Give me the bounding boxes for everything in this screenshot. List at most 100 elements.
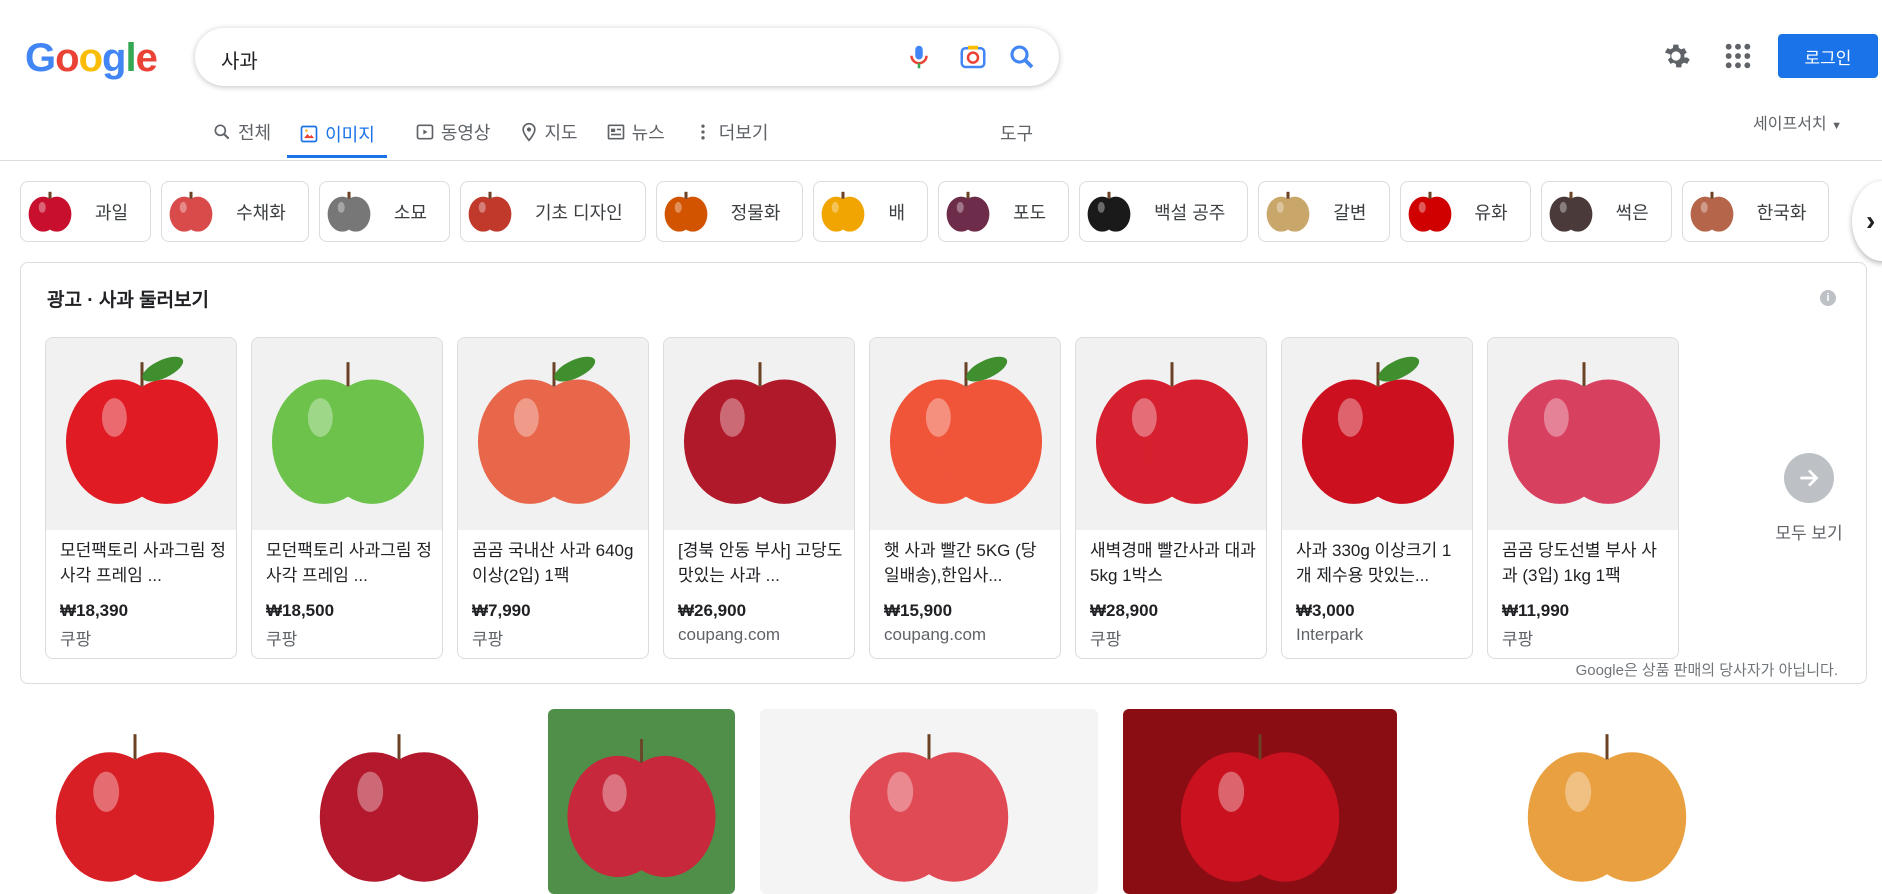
ad-title: 광고 · 사과 둘러보기	[47, 290, 210, 311]
tab-label: 지도	[544, 123, 578, 143]
arrow-right-icon	[1784, 453, 1834, 503]
google-logo[interactable]: Google	[25, 36, 158, 81]
image-result[interactable]	[1123, 709, 1397, 894]
product-price: ₩18,500	[266, 601, 335, 620]
tab-label: 동영상	[440, 123, 491, 143]
product-seller: 쿠팡	[60, 630, 92, 649]
chip-4[interactable]: 정물화	[655, 181, 804, 242]
camera-lens-icon[interactable]	[958, 42, 988, 72]
chip-label: 소묘	[393, 202, 427, 223]
chip-label: 한국화	[1756, 202, 1807, 223]
login-button[interactable]: 로그인	[1778, 34, 1878, 78]
chip-label: 썩은	[1615, 202, 1649, 223]
tab-5[interactable]: 더보기	[693, 112, 768, 152]
chip-thumbnail	[1259, 182, 1317, 241]
product-card[interactable]: 햇 사과 빨간 5KG (당일배송),한입사... ₩15,900 coupang.…	[869, 337, 1061, 659]
search-input[interactable]: 사과	[221, 45, 258, 74]
product-image	[664, 338, 854, 530]
search-box[interactable]: 사과	[195, 28, 1059, 86]
product-card[interactable]: 모던팩토리 사과그림 정사각 프레임 ... ₩18,390 쿠팡	[45, 337, 237, 659]
product-price: ₩15,900	[884, 601, 953, 620]
apps-grid-icon[interactable]	[1722, 40, 1754, 72]
chip-3[interactable]: 기초 디자인	[459, 181, 646, 242]
chip-thumbnail	[1542, 182, 1600, 241]
product-title: 새벽경매 빨간사과 대과 5kg 1박스	[1090, 541, 1256, 585]
tab-4[interactable]: 뉴스	[606, 112, 665, 152]
product-price: ₩7,990	[472, 601, 531, 620]
logo-letter: o	[78, 36, 103, 80]
tools-button[interactable]: 도구	[1000, 120, 1033, 146]
product-seller: 쿠팡	[266, 630, 298, 649]
logo-letter: g	[102, 36, 126, 80]
tab-0[interactable]: 전체	[212, 112, 271, 152]
info-icon[interactable]: i	[1820, 290, 1836, 306]
chip-thumbnail	[162, 182, 220, 241]
map-pin-icon	[519, 122, 539, 142]
product-card[interactable]: 곰곰 국내산 사과 640g이상(2입) 1팩 ₩7,990 쿠팡	[457, 337, 649, 659]
product-price: ₩3,000	[1296, 601, 1355, 620]
chevron-right-icon[interactable]: ›	[1852, 181, 1882, 261]
product-title: 햇 사과 빨간 5KG (당일배송),한입사...	[884, 541, 1037, 585]
chip-10[interactable]: 썩은	[1540, 181, 1672, 242]
chip-6[interactable]: 포도	[938, 181, 1070, 242]
image-result[interactable]	[274, 709, 523, 894]
chip-label: 유화	[1474, 202, 1508, 223]
chip-thumbnail	[1401, 182, 1459, 241]
chip-label: 과일	[95, 202, 129, 223]
chip-label: 갈변	[1333, 202, 1367, 223]
chip-1[interactable]: 수채화	[161, 181, 309, 242]
see-all-button[interactable]: 모두 보기	[1739, 453, 1879, 544]
product-card[interactable]: 모던팩토리 사과그림 정사각 프레임 ... ₩18,500 쿠팡	[251, 337, 443, 659]
ad-cards: 모던팩토리 사과그림 정사각 프레임 ... ₩18,390 쿠팡 모던팩토리 사과그…	[45, 337, 1693, 659]
tab-2[interactable]: 동영상	[415, 112, 491, 152]
product-image	[1282, 338, 1472, 530]
chip-11[interactable]: 한국화	[1681, 181, 1830, 242]
image-result[interactable]	[1422, 709, 1792, 894]
see-all-label: 모두 보기	[1775, 524, 1843, 543]
product-price: ₩28,900	[1090, 601, 1159, 620]
gear-icon[interactable]	[1660, 40, 1692, 72]
shopping-ad-panel: 광고 · 사과 둘러보기 i 모던팩토리 사과그림 정사각 프레임 ... ₩18…	[20, 262, 1867, 684]
search-icon	[212, 122, 232, 142]
header-divider	[0, 160, 1882, 161]
chip-5[interactable]: 배	[813, 181, 928, 242]
product-card[interactable]: 곰곰 당도선별 부사 사과 (3입) 1kg 1팩 ₩11,990 쿠팡	[1487, 337, 1679, 659]
tab-label: 전체	[238, 123, 272, 143]
logo-letter: e	[135, 36, 158, 80]
image-result[interactable]	[20, 709, 249, 894]
tab-1[interactable]: 이미지	[287, 112, 387, 158]
image-result[interactable]	[760, 709, 1098, 894]
logo-letter: G	[25, 36, 56, 80]
image-result[interactable]	[548, 709, 735, 894]
tab-3[interactable]: 지도	[519, 112, 578, 152]
chip-label: 수채화	[236, 202, 286, 223]
chip-thumbnail	[1080, 182, 1138, 241]
chip-7[interactable]: 백설 공주	[1079, 181, 1249, 242]
video-icon	[415, 122, 435, 142]
chip-0[interactable]: 과일	[20, 181, 152, 242]
product-price: ₩18,390	[60, 601, 129, 620]
logo-letter: o	[55, 36, 79, 80]
product-card[interactable]: 새벽경매 빨간사과 대과 5kg 1박스 ₩28,900 쿠팡	[1075, 337, 1267, 659]
chip-thumbnail	[21, 182, 79, 241]
chip-thumbnail	[1683, 182, 1741, 241]
image-results	[20, 709, 1817, 894]
search-icon[interactable]	[1007, 42, 1037, 72]
product-seller: coupang.com	[884, 625, 987, 644]
product-title: 모던팩토리 사과그림 정사각 프레임 ...	[266, 541, 432, 585]
product-image	[458, 338, 648, 530]
product-card[interactable]: [경북 안동 부사] 고당도 맛있는 사과 ... ₩26,900 coupang.…	[663, 337, 855, 659]
chip-label: 포도	[1013, 202, 1047, 223]
microphone-icon[interactable]	[904, 42, 934, 72]
chip-8[interactable]: 갈변	[1258, 181, 1390, 242]
product-price: ₩26,900	[678, 601, 747, 620]
product-price: ₩11,990	[1502, 601, 1570, 620]
chip-9[interactable]: 유화	[1399, 181, 1531, 242]
safesearch-button[interactable]: 세이프서치 ▼	[1753, 110, 1842, 134]
product-seller: 쿠팡	[472, 630, 504, 649]
tab-label: 뉴스	[631, 123, 665, 143]
chip-2[interactable]: 소묘	[318, 181, 450, 242]
product-card[interactable]: 사과 330g 이상크기 1개 제수용 맛있는... ₩3,000 Interpar…	[1281, 337, 1473, 659]
product-title: 모던팩토리 사과그림 정사각 프레임 ...	[60, 541, 226, 585]
chip-thumbnail	[461, 182, 519, 241]
